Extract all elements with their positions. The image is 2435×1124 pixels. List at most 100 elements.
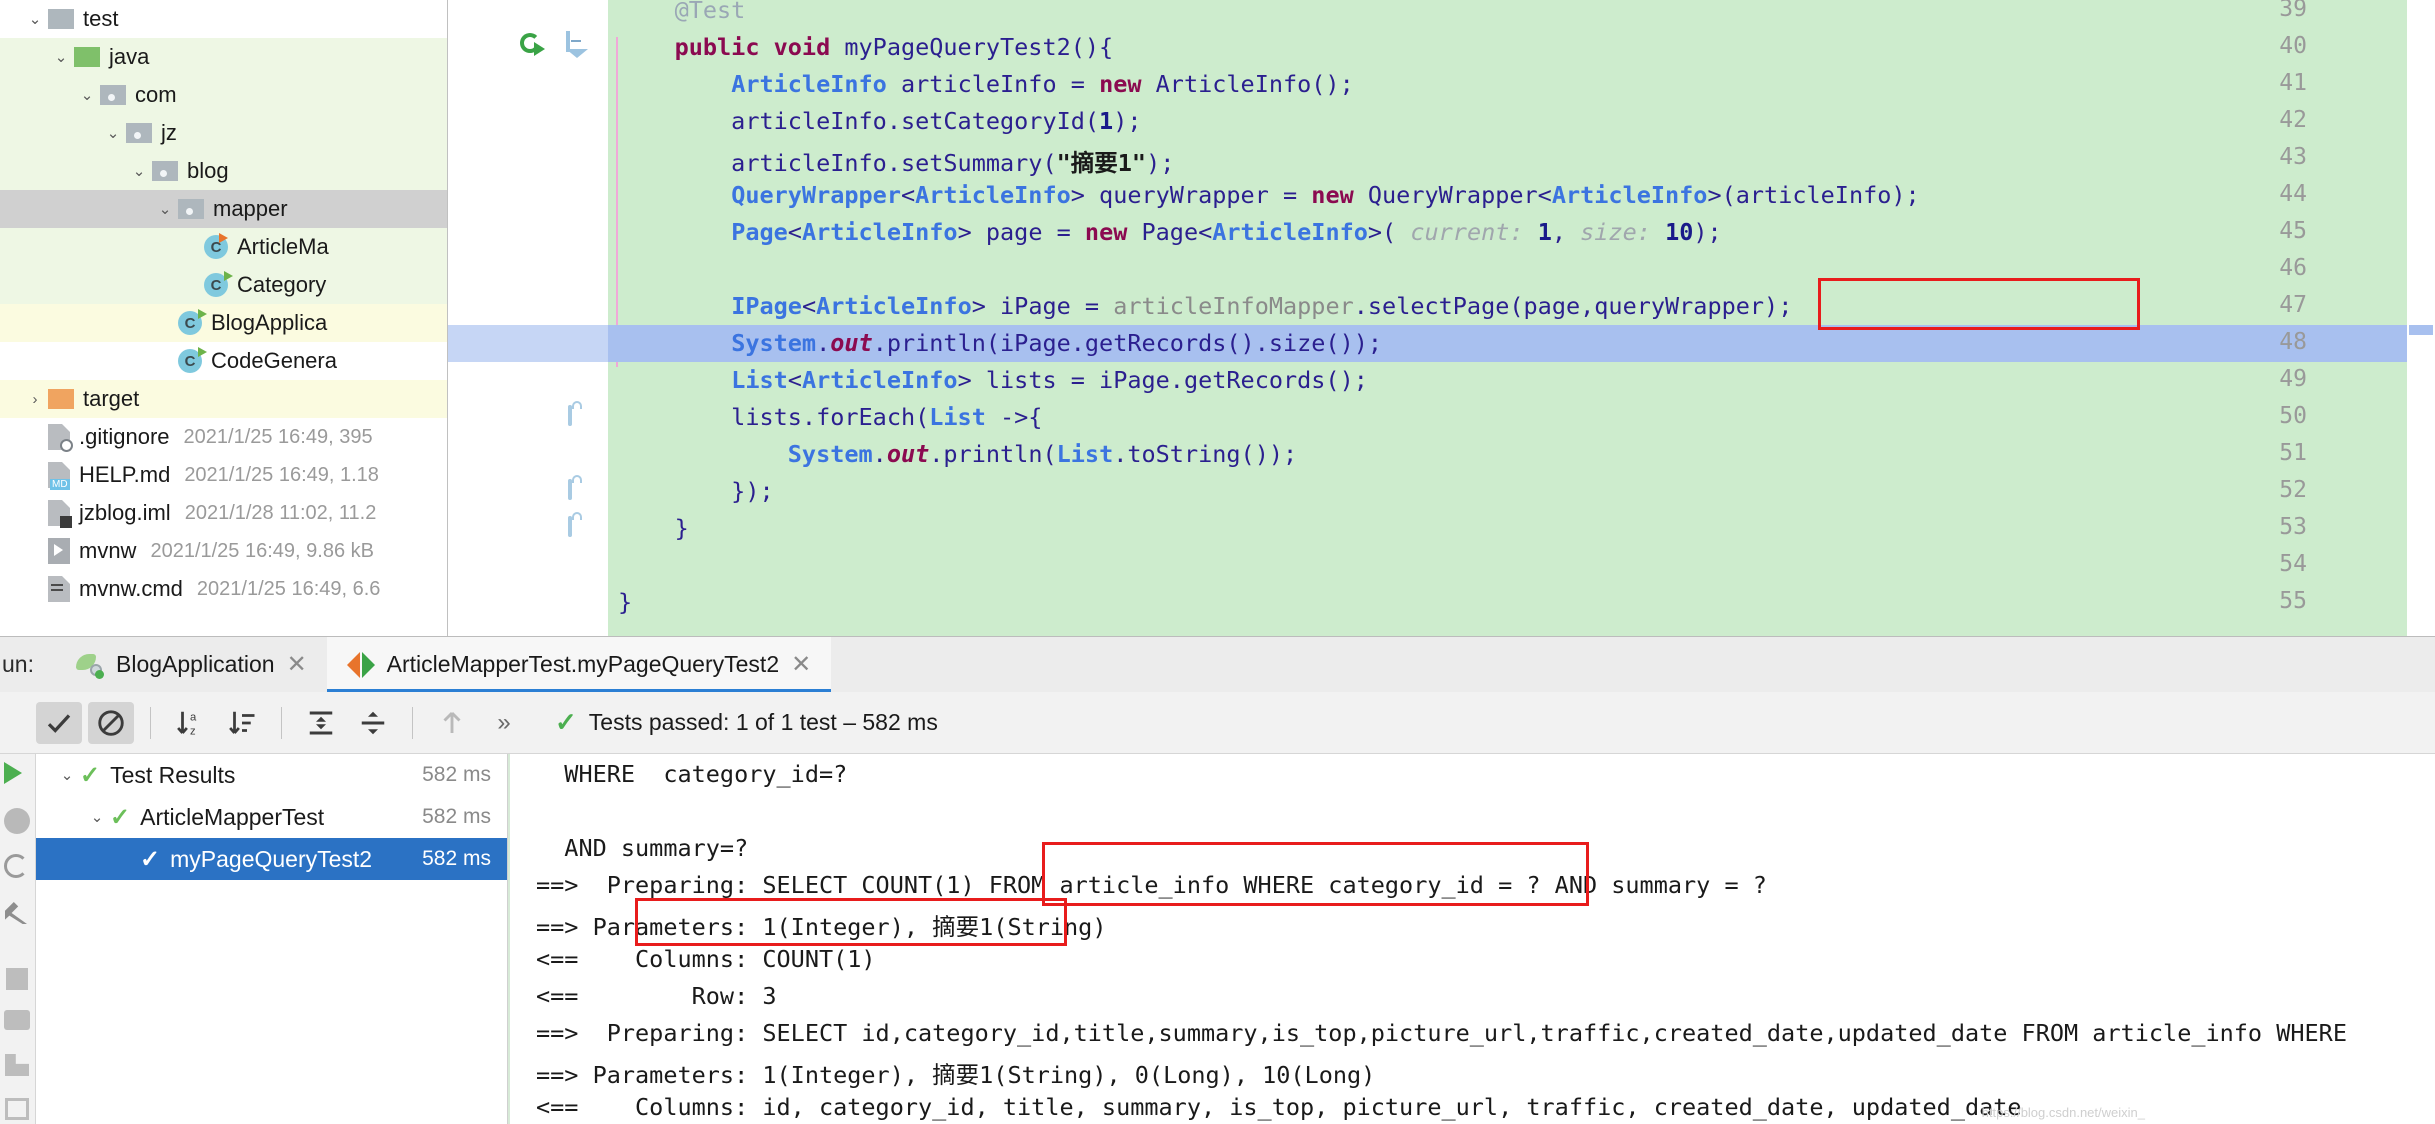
tree-item-blogapplica[interactable]: C BlogApplica <box>0 304 447 342</box>
tree-file-mvnw[interactable]: mvnw 2021/1/25 16:49, 9.86 kB <box>0 532 447 570</box>
code-line-55[interactable]: 55} <box>448 584 2435 621</box>
tree-item-mapper[interactable]: ⌄ mapper <box>0 190 447 228</box>
line-number: 51 <box>2279 440 2307 466</box>
divider <box>281 706 282 739</box>
rerun-icon[interactable] <box>4 854 28 878</box>
code-line-45[interactable]: 45 Page<ArticleInfo> page = new Page<Art… <box>448 214 2435 251</box>
code-line-53[interactable]: 53 } <box>448 510 2435 547</box>
tree-item-articlema[interactable]: C ArticleMa <box>0 228 447 266</box>
code-editor[interactable]: 39 @Test 40 public void myPageQueryTest2(… <box>448 0 2435 636</box>
chevron-right-icon[interactable]: › <box>22 380 48 418</box>
fold-marker-icon[interactable] <box>568 475 586 501</box>
previous-failed-test-button[interactable] <box>429 702 475 744</box>
line-number: 39 <box>2279 0 2307 22</box>
tree-item-blog[interactable]: ⌄ blog <box>0 152 447 190</box>
more-options-button[interactable]: » <box>481 702 527 744</box>
test-duration: 582 ms <box>422 805 491 828</box>
chevron-down-icon[interactable]: ⌄ <box>74 76 100 114</box>
divider <box>150 706 151 739</box>
settings-wrench-icon[interactable] <box>5 902 27 924</box>
tree-file-label: HELP.md <box>79 462 171 487</box>
tree-file-label: jzblog.iml <box>79 500 171 525</box>
no-entry-icon <box>98 709 124 736</box>
collapse-all-button[interactable] <box>350 702 396 744</box>
run-test-gutter-icon[interactable] <box>520 33 546 59</box>
console-line: ==> Preparing: SELECT id,category_id,tit… <box>536 1019 2347 1047</box>
code-text: System.out.println(List.toString()); <box>787 440 1298 468</box>
project-tree-panel[interactable]: ⌄ test ⌄ java ⌄ com ⌄ jz ⌄ blog ⌄ mapper C ArticleMa C… <box>0 0 448 636</box>
test-results-tree[interactable]: ⌄ ✓ Test Results 582 ms ⌄ ✓ ArticleMapperTest 5… <box>36 754 508 1124</box>
close-icon[interactable]: ✕ <box>791 650 811 679</box>
sort-az-button[interactable]: az <box>167 702 213 744</box>
code-text: }); <box>618 477 774 505</box>
code-line-39[interactable]: 39 @Test <box>448 0 2435 29</box>
expand-all-button[interactable] <box>298 702 344 744</box>
tree-file-help-md[interactable]: MD HELP.md 2021/1/25 16:49, 1.18 <box>0 456 447 494</box>
run-test-icon <box>346 651 375 678</box>
test-console-output[interactable]: WHERE category_id=? AND summary=? ==> Pre… <box>508 754 2435 1124</box>
show-ignored-toggle[interactable] <box>88 701 134 744</box>
tree-item-test[interactable]: ⌄ test <box>0 0 447 38</box>
chevron-down-icon[interactable]: ⌄ <box>48 38 74 76</box>
tree-item-target[interactable]: › target <box>0 380 447 418</box>
console-icon[interactable] <box>5 1098 29 1120</box>
show-passed-toggle[interactable] <box>36 701 82 744</box>
tree-item-jz[interactable]: ⌄ jz <box>0 114 447 152</box>
fold-marker-icon[interactable] <box>568 401 586 427</box>
tree-file--gitignore[interactable]: .gitignore 2021/1/25 16:49, 395 <box>0 418 447 456</box>
chevron-down-icon[interactable]: ⌄ <box>126 152 152 190</box>
stop-icon[interactable] <box>6 968 28 990</box>
test-tree-label: Test Results <box>110 761 236 788</box>
screenshot-icon[interactable] <box>4 1010 30 1030</box>
code-line-42[interactable]: 42 articleInfo.setCategoryId(1); <box>448 103 2435 140</box>
tree-item-codegenera[interactable]: C CodeGenera <box>0 342 447 380</box>
code-line-50[interactable]: 50 lists.forEach(List ->{ <box>448 399 2435 436</box>
tree-file-mvnw-cmd[interactable]: mvnw.cmd 2021/1/25 16:49, 6.6 <box>0 570 447 608</box>
code-line-49[interactable]: 49 List<ArticleInfo> lists = iPage.getRe… <box>448 362 2435 399</box>
chevron-down-icon[interactable]: ⌄ <box>100 114 126 152</box>
code-text: Page<ArticleInfo> page = new Page<Articl… <box>731 218 1722 246</box>
tree-file-jzblog-iml[interactable]: jzblog.iml 2021/1/28 11:02, 11.2 <box>0 494 447 532</box>
tree-item-category[interactable]: C Category <box>0 266 447 304</box>
test-tree-label: myPageQueryTest2 <box>170 845 373 872</box>
tree-file-meta: 2021/1/25 16:49, 6.6 <box>196 577 381 600</box>
code-line-54[interactable]: 54 <box>448 547 2435 584</box>
debug-icon[interactable] <box>4 808 30 834</box>
test-tree-item-test-results[interactable]: ⌄ ✓ Test Results 582 ms <box>36 754 507 796</box>
test-tree-item-mypagequerytest2[interactable]: ✓ myPageQueryTest2 582 ms <box>36 838 507 880</box>
code-text: articleInfo.setSummary("摘要1"); <box>618 149 1175 177</box>
sort-duration-button[interactable] <box>219 702 265 744</box>
code-text: public void myPageQueryTest2(){ <box>674 33 1114 61</box>
chevron-down-icon[interactable]: ⌄ <box>54 756 80 794</box>
code-line-40[interactable]: 40 public void myPageQueryTest2(){ <box>448 29 2435 66</box>
top-area: ⌄ test ⌄ java ⌄ com ⌄ jz ⌄ blog ⌄ mapper C ArticleMa C… <box>0 0 2435 636</box>
export-icon[interactable] <box>5 1054 29 1076</box>
tree-item-label: java <box>109 44 150 69</box>
tree-item-java[interactable]: ⌄ java <box>0 38 447 76</box>
editor-scroll-strip[interactable] <box>2407 0 2435 636</box>
line-number: 54 <box>2279 551 2307 577</box>
fold-marker-icon[interactable] <box>568 512 586 538</box>
line-number: 49 <box>2279 366 2307 392</box>
tree-item-com[interactable]: ⌄ com <box>0 76 447 114</box>
chevron-down-icon[interactable]: ⌄ <box>152 190 178 228</box>
run-tab-articlemappertest[interactable]: ArticleMapperTest.myPageQueryTest2 ✕ <box>326 636 832 693</box>
run-left-rail[interactable] <box>0 754 36 1124</box>
run-icon[interactable] <box>4 762 22 784</box>
close-icon[interactable]: ✕ <box>287 650 307 679</box>
watermark: https://blog.csdn.net/weixin_ <box>1981 1105 2145 1120</box>
run-tab-blogapplication[interactable]: BlogApplication ✕ <box>56 637 327 693</box>
chevron-down-icon[interactable]: ⌄ <box>84 798 110 836</box>
fold-marker-icon[interactable] <box>566 31 588 59</box>
code-line-43[interactable]: 43 articleInfo.setSummary("摘要1"); <box>448 140 2435 177</box>
code-line-48[interactable]: 48 System.out.println(iPage.getRecords()… <box>448 325 2435 362</box>
code-line-52[interactable]: 52 }); <box>448 473 2435 510</box>
test-tree-item-articlemappertest[interactable]: ⌄ ✓ ArticleMapperTest 582 ms <box>36 796 507 838</box>
chevrons-right-icon: » <box>497 708 511 736</box>
code-line-51[interactable]: 51 System.out.println(List.toString()); <box>448 436 2435 473</box>
chevron-down-icon[interactable]: ⌄ <box>22 0 48 38</box>
java-class-icon: C <box>204 271 233 297</box>
code-line-41[interactable]: 41 ArticleInfo articleInfo = new Article… <box>448 66 2435 103</box>
code-line-44[interactable]: 44 QueryWrapper<ArticleInfo> queryWrappe… <box>448 177 2435 214</box>
line-number: 55 <box>2279 588 2307 614</box>
